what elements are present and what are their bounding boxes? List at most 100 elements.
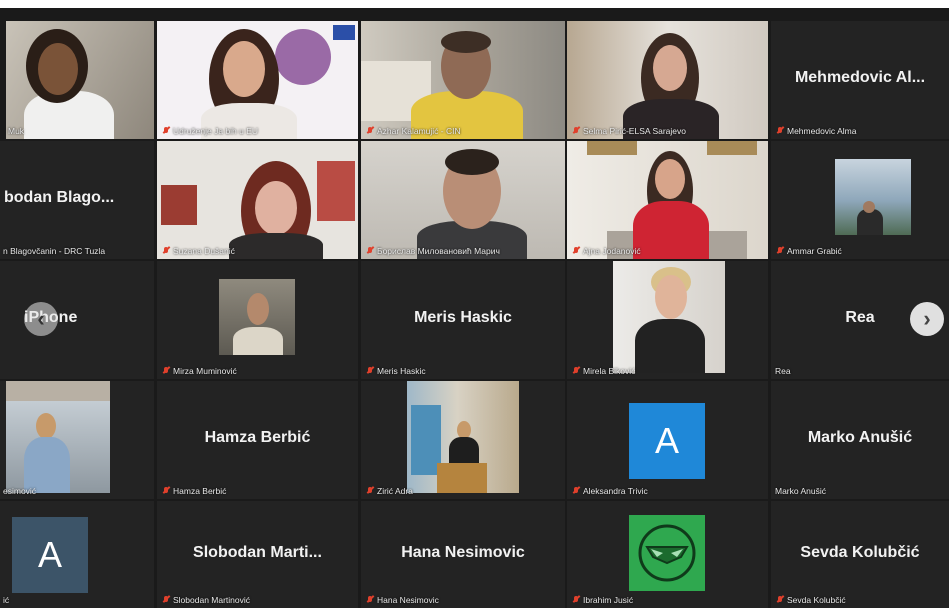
participant-video <box>6 21 154 139</box>
participant-tile[interactable]: bodan Blago... n Blagovčanin - DRC Tuzla <box>0 141 154 259</box>
participant-tile[interactable]: esimović <box>0 381 154 499</box>
previous-page-button[interactable]: ‹ <box>24 302 58 336</box>
participant-name-tag: Hana Nesimovic <box>366 595 439 605</box>
participant-name-tag: Muk <box>8 126 24 136</box>
participant-name: Mirela Biković <box>583 366 636 376</box>
muted-mic-icon <box>162 246 170 256</box>
participant-name: Ammar Grabić <box>787 246 842 256</box>
participant-name: Ibrahim Jusić <box>583 595 634 605</box>
participant-name-tag: Sevda Kolubčić <box>776 595 846 605</box>
participant-tile[interactable]: Muk <box>6 21 154 139</box>
participant-name-tag: Ibrahim Jusić <box>572 595 633 605</box>
participant-tile[interactable]: Mirela Biković <box>567 261 768 379</box>
participant-name-tag: Mehmedovic Alma <box>776 126 856 136</box>
participant-name: Zirić Adra <box>377 486 413 496</box>
participant-tile[interactable]: Slobodan Marti... Slobodan Martinović <box>157 501 358 608</box>
participant-name-tag: Azhar Kalamujić - CIN <box>366 126 461 136</box>
chevron-left-icon: ‹ <box>37 306 45 331</box>
muted-mic-icon <box>572 595 580 605</box>
participant-tile[interactable]: A Aleksandra Trivic <box>567 381 768 499</box>
next-page-button[interactable]: › <box>910 302 944 336</box>
participant-name: Selma Pirić-ELSA Sarajevo <box>583 126 686 136</box>
muted-mic-icon <box>366 246 374 256</box>
participant-name: Ajna Jodanović <box>583 246 641 256</box>
participant-display-name: Sevda Kolubčić <box>800 543 920 561</box>
participant-video <box>407 381 519 493</box>
participant-name-tag: ić <box>3 595 9 605</box>
participant-display-name: bodan Blago... <box>4 189 115 207</box>
muted-mic-icon <box>366 366 374 376</box>
participant-name: Marko Anušić <box>775 486 827 496</box>
participant-name: Sevda Kolubčić <box>787 595 846 605</box>
participant-video <box>157 141 358 259</box>
participant-name: Slobodan Martinović <box>173 595 251 605</box>
participant-name: Meris Haskic <box>377 366 426 376</box>
participant-tile[interactable]: Azhar Kalamujić - CIN <box>361 21 565 139</box>
participant-tile[interactable]: Marko Anušić Marko Anušić <box>771 381 949 499</box>
mask-logo-icon <box>638 524 696 582</box>
participant-tile[interactable]: Meris Haskic Meris Haskic <box>361 261 565 379</box>
participant-tile[interactable]: Борислав Миловановић Марич <box>361 141 565 259</box>
participant-display-name: Marko Anušić <box>807 429 913 447</box>
participant-name-tag: Борислав Миловановић Марич <box>366 246 500 256</box>
muted-mic-icon <box>366 486 374 496</box>
participant-video <box>361 141 565 259</box>
participant-tile[interactable]: Hamza Berbić Hamza Berbić <box>157 381 358 499</box>
participant-tile[interactable]: Selma Pirić-ELSA Sarajevo <box>567 21 768 139</box>
avatar-letter: A <box>37 534 62 575</box>
participant-name: Mehmedovic Alma <box>787 126 857 136</box>
participant-tile[interactable]: Ibrahim Jusić <box>567 501 768 608</box>
participant-name-tag: Mirela Biković <box>572 366 635 376</box>
participant-display-name: Hamza Berbić <box>204 429 311 447</box>
participant-tile[interactable]: A ić <box>0 501 154 608</box>
participant-name-tag: Aleksandra Trivic <box>572 486 648 496</box>
participant-name: Rea <box>775 366 791 376</box>
participant-video <box>567 21 768 139</box>
participant-video <box>6 381 110 493</box>
participant-tile[interactable]: Sevda Kolubčić Sevda Kolubčić <box>771 501 949 608</box>
participant-display-name: Hana Nesimovic <box>401 543 525 561</box>
participant-tile[interactable]: Hana Nesimovic Hana Nesimovic <box>361 501 565 608</box>
participant-name-tag: Zirić Adra <box>366 486 413 496</box>
participant-name: Mirza Muminović <box>173 366 237 376</box>
participant-tile[interactable]: Ammar Grabić <box>771 141 949 259</box>
participant-tile[interactable]: Ajna Jodanović <box>567 141 768 259</box>
chevron-right-icon: › <box>923 306 931 331</box>
avatar-letter: A <box>654 420 679 461</box>
participant-name: ić <box>3 595 10 605</box>
participant-name-tag: Ajna Jodanović <box>572 246 641 256</box>
participant-name-tag: Rea <box>775 366 791 376</box>
participant-tile[interactable]: Suzana Dušanić <box>157 141 358 259</box>
avatar: A <box>629 403 705 479</box>
muted-mic-icon <box>776 595 784 605</box>
participant-name-tag: Meris Haskic <box>366 366 426 376</box>
muted-mic-icon <box>572 246 580 256</box>
participant-tile[interactable]: Mehmedovic Al... Mehmedovic Alma <box>771 21 949 139</box>
avatar: A <box>12 517 88 593</box>
muted-mic-icon <box>776 246 784 256</box>
participant-display-name: Slobodan Marti... <box>193 543 322 561</box>
participant-name-tag: Suzana Dušanić <box>162 246 235 256</box>
muted-mic-icon <box>162 366 170 376</box>
participant-name: Azhar Kalamujić - CIN <box>377 126 461 136</box>
participant-name-tag: Selma Pirić-ELSA Sarajevo <box>572 126 686 136</box>
participant-tile[interactable]: Zirić Adra <box>361 381 565 499</box>
participant-name: n Blagovčanin - DRC Tuzla <box>3 246 106 256</box>
participant-name: Suzana Dušanić <box>173 246 235 256</box>
participant-name-tag: Mirza Muminović <box>162 366 237 376</box>
muted-mic-icon <box>366 126 374 136</box>
participant-name: Aleksandra Trivic <box>583 486 648 496</box>
participant-display-name: Meris Haskic <box>414 309 512 327</box>
participant-name-tag: Udruženje Ja bih u EU <box>162 126 258 136</box>
participant-display-name: Mehmedovic Al... <box>794 69 926 87</box>
participant-tile[interactable]: Udruženje Ja bih u EU <box>157 21 358 139</box>
muted-mic-icon <box>162 126 170 136</box>
participant-name-tag: Ammar Grabić <box>776 246 842 256</box>
muted-mic-icon <box>162 486 170 496</box>
participant-name-tag: Marko Anušić <box>775 486 826 496</box>
participant-name: Udruženje Ja bih u EU <box>173 126 259 136</box>
participant-tile[interactable]: Mirza Muminović <box>157 261 358 379</box>
participant-video <box>219 279 295 355</box>
participant-video <box>613 261 725 373</box>
participant-video <box>567 141 768 259</box>
